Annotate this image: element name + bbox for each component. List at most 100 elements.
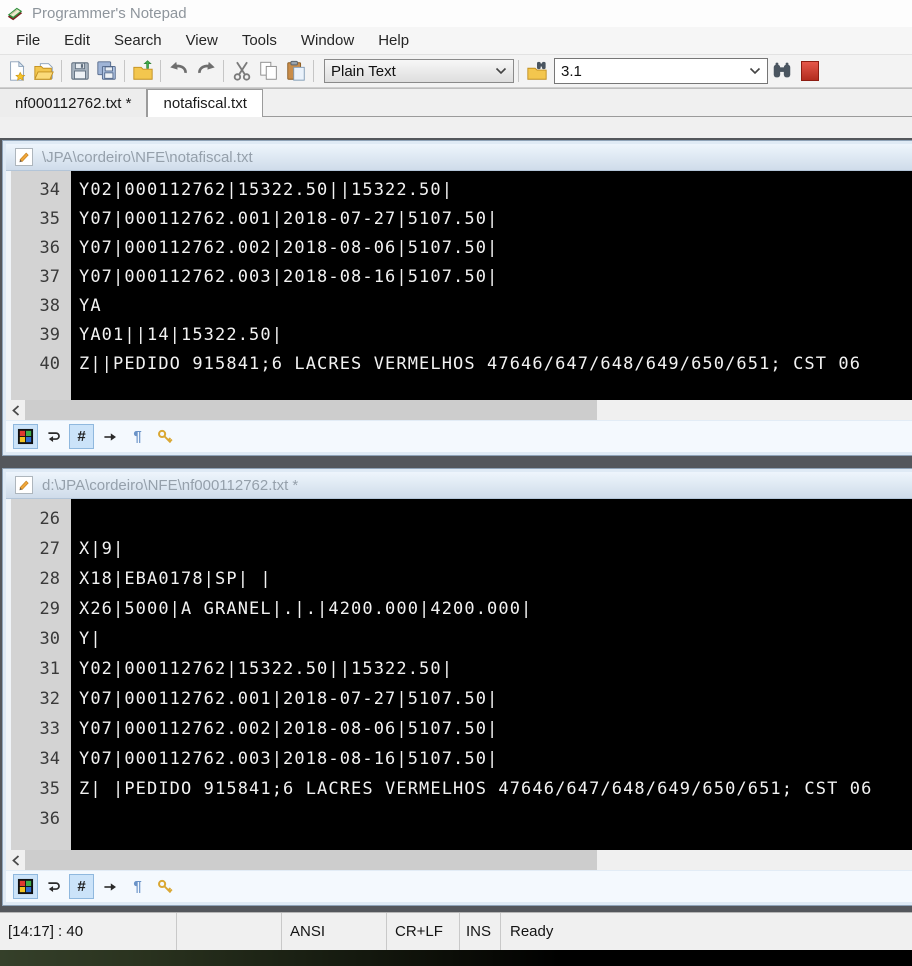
code-line: YA <box>79 296 102 316</box>
tabs-row: nf000112762.txt * notafiscal.txt <box>0 89 912 117</box>
menu-help[interactable]: Help <box>366 28 421 53</box>
line-ending-indicator: CR+LF <box>387 913 460 950</box>
code-line: Z| |PEDIDO 915841;6 LACRES VERMELHOS 476… <box>79 779 873 799</box>
toolbar-separator <box>223 60 224 82</box>
mdi-workspace: \JPA\cordeiro\NFE\notafiscal.txt 34 35 36 3… <box>0 138 912 912</box>
scheme-select-value: Plain Text <box>331 62 396 80</box>
toolbar-separator <box>124 60 125 82</box>
new-document-button[interactable] <box>3 58 30 84</box>
editor-content: 26 27 28 29 30 31 32 33 34 35 36 X|9| X18|EBA0178|S… <box>6 499 912 850</box>
scheme-select[interactable]: Plain Text <box>324 59 514 83</box>
redo-button[interactable] <box>192 58 219 84</box>
line-number-gutter: 26 27 28 29 30 31 32 33 34 35 36 <box>11 499 71 850</box>
edit-pencil-icon <box>15 148 33 166</box>
whitespace-button[interactable] <box>97 874 122 899</box>
code-line: X18|EBA0178|SP| | <box>79 569 272 589</box>
open-file-button[interactable] <box>30 58 57 84</box>
editor-pane-notafiscal: \JPA\cordeiro\NFE\notafiscal.txt 34 35 36 3… <box>2 140 912 456</box>
tab-nf000112762[interactable]: nf000112762.txt * <box>0 89 148 117</box>
editor-content: 34 35 36 37 38 39 40 Y02|000112762|15322.50||1… <box>6 171 912 400</box>
editor-pane-nf000112762: d:\JPA\cordeiro\NFE\nf000112762.txt * 26… <box>2 468 912 906</box>
word-wrap-button[interactable] <box>41 424 66 449</box>
find-combobox-value: 3.1 <box>561 62 582 80</box>
code-line: Z||PEDIDO 915841;6 LACRES VERMELHOS 4764… <box>79 354 862 374</box>
word-wrap-button[interactable] <box>41 874 66 899</box>
paragraph-marks-button[interactable]: ¶ <box>125 874 150 899</box>
line-number: 32 <box>39 689 60 709</box>
insert-mode-indicator: INS <box>460 913 501 950</box>
paste-button[interactable] <box>282 58 309 84</box>
scheme-colors-button[interactable] <box>13 424 38 449</box>
menu-view[interactable]: View <box>174 28 230 53</box>
scrollbar-thumb[interactable] <box>25 850 598 870</box>
line-number: 34 <box>39 749 60 769</box>
whitespace-button[interactable] <box>97 424 122 449</box>
menu-tools[interactable]: Tools <box>230 28 289 53</box>
code-line: Y07|000112762.003|2018-08-16|5107.50| <box>79 267 499 287</box>
tab-label: notafiscal.txt <box>163 95 247 112</box>
horizontal-scrollbar[interactable] <box>6 850 912 870</box>
line-number: 39 <box>39 325 60 345</box>
line-numbers-button[interactable]: # <box>69 424 94 449</box>
status-blank-cell <box>177 913 282 950</box>
chevron-down-icon <box>749 67 761 75</box>
code-line: Y02|000112762|15322.50||15322.50| <box>79 659 454 679</box>
pane-mini-toolbar: # ¶ <box>6 870 912 902</box>
status-message: Ready <box>510 923 554 940</box>
pane-caption[interactable]: \JPA\cordeiro\NFE\notafiscal.txt <box>6 144 912 171</box>
cut-button[interactable] <box>228 58 255 84</box>
pane-caption[interactable]: d:\JPA\cordeiro\NFE\nf000112762.txt * <box>6 472 912 499</box>
main-toolbar: Plain Text 3.1 <box>0 55 912 88</box>
line-number-gutter: 34 35 36 37 38 39 40 <box>11 171 71 400</box>
chevron-down-icon <box>495 67 507 75</box>
menu-window[interactable]: Window <box>289 28 366 53</box>
caret-position: [14:17] : 40 <box>0 913 177 950</box>
tab-notafiscal[interactable]: notafiscal.txt <box>147 89 263 117</box>
scroll-left-icon[interactable] <box>6 400 25 420</box>
line-number: 28 <box>39 569 60 589</box>
menu-search[interactable]: Search <box>102 28 174 53</box>
toolbar-separator <box>160 60 161 82</box>
code-editor[interactable]: Y02|000112762|15322.50||15322.50| Y07|000… <box>71 171 912 400</box>
encoding-indicator: ANSI <box>282 913 387 950</box>
scroll-left-icon[interactable] <box>6 850 25 870</box>
save-all-button[interactable] <box>93 58 120 84</box>
code-line: YA01||14|15322.50| <box>79 325 284 345</box>
line-numbers-button[interactable]: # <box>69 874 94 899</box>
line-number: 40 <box>39 354 60 374</box>
tab-strip: nf000112762.txt * notafiscal.txt <box>0 88 912 138</box>
toolbar-separator <box>313 60 314 82</box>
scrollbar-thumb[interactable] <box>25 400 598 420</box>
menu-edit[interactable]: Edit <box>52 28 102 53</box>
programmers-notepad-window: Programmer's Notepad File Edit Search Vi… <box>0 0 912 966</box>
code-line: Y07|000112762.001|2018-07-27|5107.50| <box>79 689 499 709</box>
desktop-background-strip <box>0 950 912 966</box>
scheme-colors-button[interactable] <box>13 874 38 899</box>
line-number: 35 <box>39 209 60 229</box>
line-number: 30 <box>39 629 60 649</box>
code-line: Y07|000112762.001|2018-07-27|5107.50| <box>79 209 499 229</box>
undo-button[interactable] <box>165 58 192 84</box>
code-editor[interactable]: X|9| X18|EBA0178|SP| | X26|5000|A GRANEL|.… <box>71 499 912 850</box>
find-button[interactable] <box>768 58 795 84</box>
line-number: 26 <box>39 509 60 529</box>
write-protect-button[interactable] <box>153 424 178 449</box>
line-number: 36 <box>39 809 60 829</box>
clipped-toolbar-button[interactable] <box>801 61 819 81</box>
code-line: Y07|000112762.002|2018-08-06|5107.50| <box>79 719 499 739</box>
paragraph-marks-button[interactable]: ¶ <box>125 424 150 449</box>
find-in-files-button[interactable] <box>523 58 550 84</box>
open-project-button[interactable] <box>129 58 156 84</box>
pane-title: d:\JPA\cordeiro\NFE\nf000112762.txt * <box>42 476 299 494</box>
title-bar: Programmer's Notepad <box>0 0 912 27</box>
find-combobox[interactable]: 3.1 <box>554 58 768 84</box>
horizontal-scrollbar[interactable] <box>6 400 912 420</box>
write-protect-button[interactable] <box>153 874 178 899</box>
save-button[interactable] <box>66 58 93 84</box>
line-number: 27 <box>39 539 60 559</box>
copy-button[interactable] <box>255 58 282 84</box>
menu-file[interactable]: File <box>4 28 52 53</box>
line-number: 31 <box>39 659 60 679</box>
menu-bar: File Edit Search View Tools Window Help <box>0 27 912 55</box>
